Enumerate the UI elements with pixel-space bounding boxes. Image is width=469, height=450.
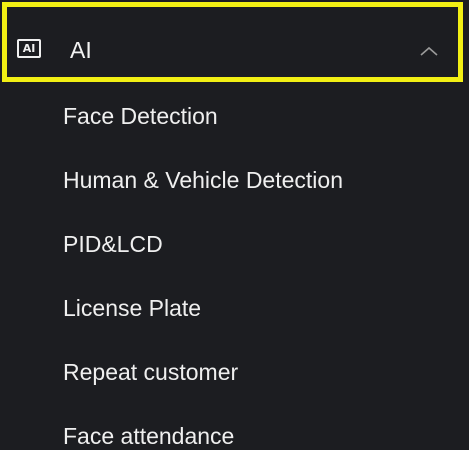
menu-item-face-attendance[interactable]: Face attendance	[63, 422, 234, 450]
ai-icon: AI	[17, 39, 41, 58]
menu-item-repeat-customer[interactable]: Repeat customer	[63, 358, 238, 386]
menu-item-license-plate[interactable]: License Plate	[63, 294, 201, 322]
ai-menu-panel: AI AI Face Detection Human & Vehicle Det…	[0, 0, 469, 450]
ai-menu-header[interactable]: AI AI	[2, 2, 463, 82]
menu-item-pid-lcd[interactable]: PID&LCD	[63, 230, 163, 258]
menu-item-human-vehicle-detection[interactable]: Human & Vehicle Detection	[63, 166, 343, 194]
chevron-up-icon[interactable]	[419, 45, 439, 57]
menu-item-face-detection[interactable]: Face Detection	[63, 102, 218, 130]
ai-menu-header-label: AI	[70, 37, 92, 63]
